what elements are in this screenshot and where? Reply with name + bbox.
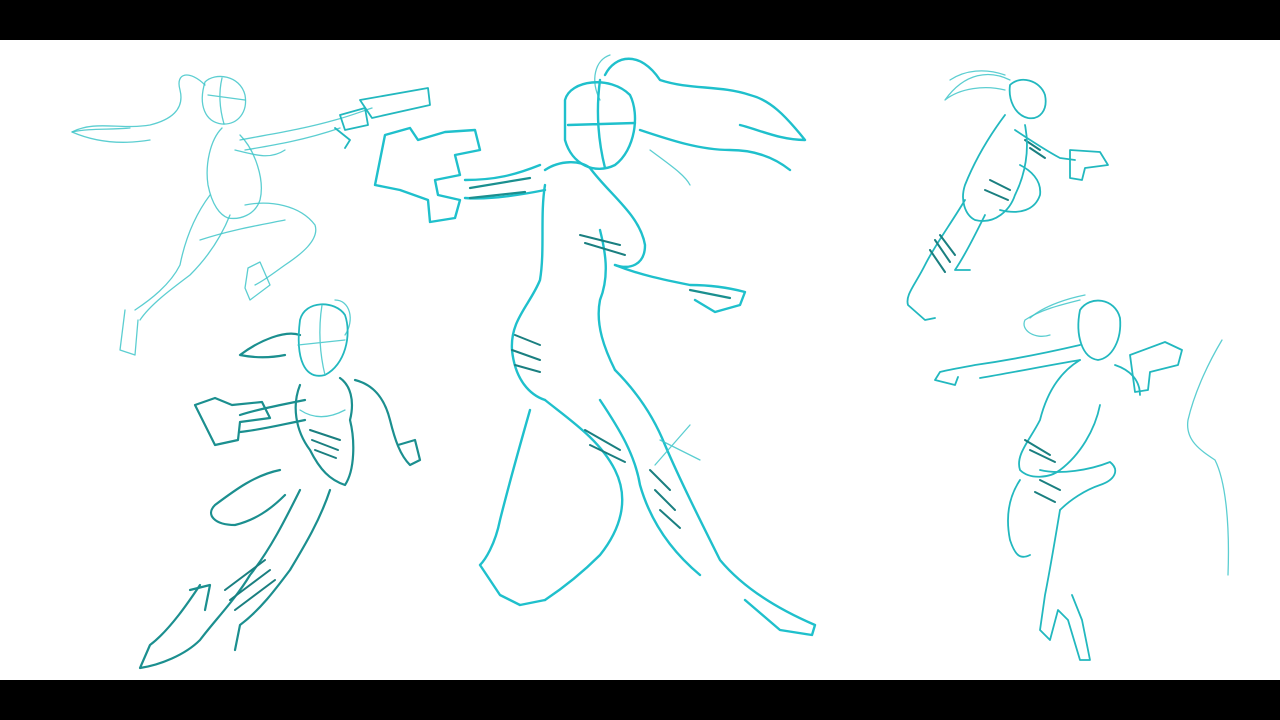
letterbox-top (0, 0, 1280, 40)
running-figure-top-right (906, 70, 1109, 321)
sketch-drawing (71, 54, 1230, 670)
falling-figure-bottom-left (138, 299, 422, 670)
running-figure-center (373, 54, 817, 637)
sketch-canvas (0, 40, 1280, 680)
leaping-figure-top-left (71, 74, 431, 356)
letterbox-bottom (0, 680, 1280, 720)
kneeling-figure-bottom-right (934, 294, 1230, 661)
